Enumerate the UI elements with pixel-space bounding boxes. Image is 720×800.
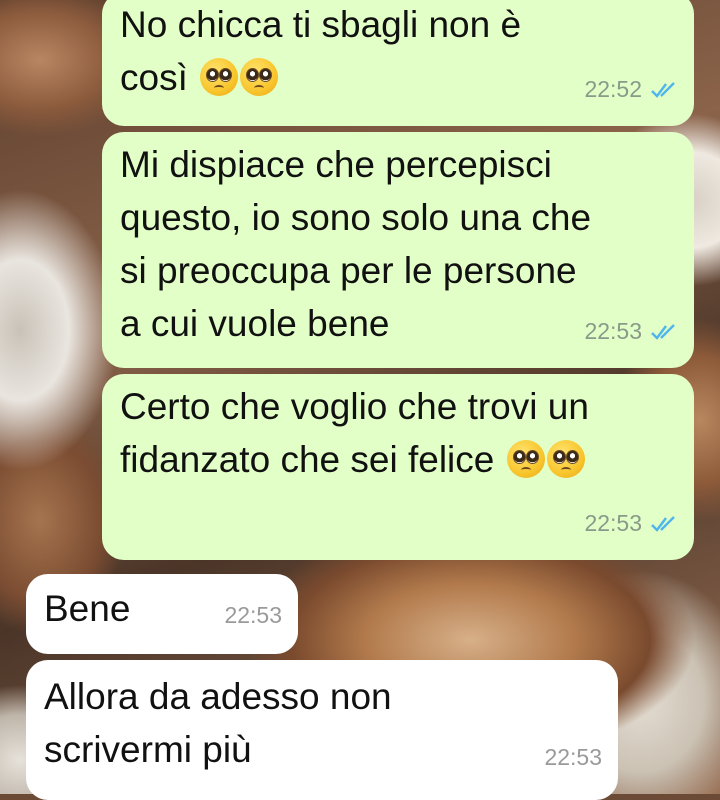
message-time: 22:52 (584, 76, 642, 102)
message-meta: 22:53 (544, 731, 602, 784)
double-check-icon (651, 515, 675, 532)
outgoing-message[interactable]: Mi dispiace che percepisci questo, io so… (102, 132, 694, 368)
pleading-face-emoji (200, 58, 239, 96)
message-text: Allora da adesso non scrivermi più (44, 670, 600, 776)
message-time: 22:53 (544, 744, 602, 770)
message-meta: 22:53 (224, 589, 282, 642)
message-time: 22:53 (584, 318, 642, 344)
message-meta: 22:53 (584, 497, 678, 550)
pleading-face-emoji (546, 440, 585, 478)
message-time: 22:53 (224, 602, 282, 628)
message-line: Mi dispiace che percepisci (120, 144, 552, 185)
message-meta: 22:53 (584, 305, 678, 358)
pleading-face-emoji (240, 58, 279, 96)
message-line: si preoccupa per le persone (120, 250, 577, 291)
message-line: No chicca ti sbagli non è (120, 4, 522, 45)
message-line: Certo che voglio che trovi un (120, 386, 589, 427)
message-line: fidanzato che sei felice (120, 439, 495, 480)
outgoing-message[interactable]: Certo che voglio che trovi un fidanzato … (102, 374, 694, 560)
incoming-message[interactable]: Bene 22:53 (26, 574, 298, 654)
incoming-message[interactable]: Allora da adesso non scrivermi più 22:53 (26, 660, 618, 800)
message-time: 22:53 (584, 510, 642, 536)
outgoing-message[interactable]: No chicca ti sbagli non è così 22:52 (102, 0, 694, 126)
pleading-face-emoji (506, 440, 545, 478)
message-text: Certo che voglio che trovi un fidanzato … (120, 380, 676, 486)
double-check-icon (651, 323, 675, 340)
message-meta: 22:52 (584, 63, 678, 116)
message-line: scrivermi più (44, 729, 252, 770)
message-line: questo, io sono solo una che (120, 197, 592, 238)
message-line: Allora da adesso non (44, 676, 392, 717)
message-line: così (120, 57, 188, 98)
double-check-icon (651, 81, 675, 98)
